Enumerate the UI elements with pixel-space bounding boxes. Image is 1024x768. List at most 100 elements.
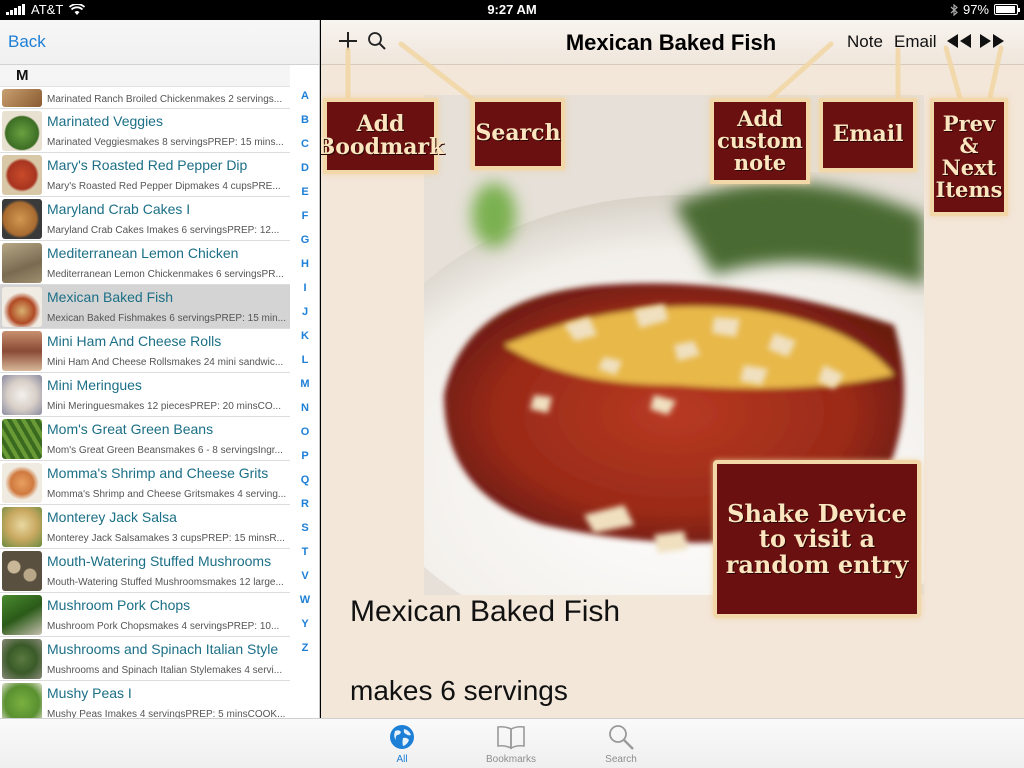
next-item-icon[interactable] bbox=[979, 33, 1005, 49]
page-title: Mexican Baked Fish bbox=[565, 30, 777, 55]
recipe-subtitle: Mary's Roasted Red Pepper Dipmakes 4 cup… bbox=[47, 181, 281, 192]
email-button[interactable]: Email bbox=[894, 32, 937, 52]
recipe-subtitle: Monterey Jack Salsamakes 3 cupsPREP: 15 … bbox=[47, 533, 285, 544]
recipe-title: Marinated Veggies bbox=[47, 113, 163, 129]
list-item[interactable]: Marinated Ranch Broiled Chickenmakes 2 s… bbox=[0, 87, 290, 109]
index-letter[interactable]: F bbox=[292, 210, 318, 234]
recipe-detail-title: Mexican Baked Fish bbox=[350, 595, 621, 628]
tab-label: Search bbox=[605, 754, 637, 765]
recipe-subtitle: Mushrooms and Spinach Italian Stylemakes… bbox=[47, 665, 283, 676]
index-letter[interactable]: W bbox=[292, 594, 318, 618]
search-icon bbox=[609, 725, 634, 750]
list-item[interactable]: Mini Meringues Mini Meringuesmakes 12 pi… bbox=[0, 373, 290, 417]
recipe-title: Mexican Baked Fish bbox=[47, 289, 174, 305]
index-letter[interactable]: O bbox=[292, 426, 318, 450]
index-letter[interactable]: M bbox=[292, 378, 318, 402]
list-item[interactable]: Marinated Veggies Marinated Veggiesmakes… bbox=[0, 109, 290, 153]
recipe-thumbnail bbox=[2, 89, 42, 107]
book-icon bbox=[497, 725, 525, 750]
recipe-subtitle: Mushy Peas Imakes 4 servingsPREP: 5 mins… bbox=[47, 709, 286, 718]
index-letter[interactable]: Q bbox=[292, 474, 318, 498]
prev-next-callout: Prev & Next Items bbox=[930, 98, 1008, 216]
index-letter[interactable]: Y bbox=[292, 618, 318, 642]
index-letter[interactable]: A bbox=[292, 90, 318, 114]
list-item[interactable]: Mushroom Pork Chops Mushroom Pork Chopsm… bbox=[0, 593, 290, 637]
index-letter[interactable]: Z bbox=[292, 642, 318, 666]
recipe-thumbnail bbox=[2, 375, 42, 415]
prev-next-callout-line: Items bbox=[935, 177, 1003, 203]
index-letter[interactable]: S bbox=[292, 522, 318, 546]
note-callout-line: Add bbox=[737, 105, 783, 131]
bookmark-callout-line: Boodmark bbox=[321, 134, 445, 160]
list-item[interactable]: Maryland Crab Cakes I Maryland Crab Cake… bbox=[0, 197, 290, 241]
note-callout: Add custom note bbox=[710, 98, 810, 184]
recipe-thumbnail bbox=[2, 287, 42, 327]
tab-search[interactable]: Search bbox=[586, 723, 656, 765]
index-letter[interactable]: B bbox=[292, 114, 318, 138]
previous-item-icon[interactable] bbox=[946, 33, 972, 49]
index-letter[interactable]: H bbox=[292, 258, 318, 282]
list-item[interactable]: Mushy Peas I Mushy Peas Imakes 4 serving… bbox=[0, 681, 290, 718]
recipe-list[interactable]: Marinated Ranch Broiled Chickenmakes 2 s… bbox=[0, 87, 290, 718]
add-bookmark-icon[interactable] bbox=[339, 32, 357, 50]
tab-bookmarks[interactable]: Bookmarks bbox=[476, 723, 546, 765]
recipe-subtitle: Mushroom Pork Chopsmakes 4 servingsPREP:… bbox=[47, 621, 280, 632]
recipe-title: Mom's Great Green Beans bbox=[47, 421, 214, 437]
recipe-thumbnail bbox=[2, 463, 42, 503]
index-letter[interactable]: R bbox=[292, 498, 318, 522]
tab-bar: All Bookmarks Search bbox=[0, 718, 1024, 768]
index-letter[interactable]: G bbox=[292, 234, 318, 258]
list-item[interactable]: Mom's Great Green Beans Mom's Great Gree… bbox=[0, 417, 290, 461]
tab-label: Bookmarks bbox=[485, 754, 536, 765]
list-item[interactable]: Mini Ham And Cheese Rolls Mini Ham And C… bbox=[0, 329, 290, 373]
tab-label: All bbox=[396, 754, 408, 765]
list-item[interactable]: Monterey Jack Salsa Monterey Jack Salsam… bbox=[0, 505, 290, 549]
list-item[interactable]: Mary's Roasted Red Pepper Dip Mary's Roa… bbox=[0, 153, 290, 197]
recipe-subtitle: Momma's Shrimp and Cheese Gritsmakes 4 s… bbox=[47, 489, 287, 500]
recipe-title: Mushy Peas I bbox=[47, 685, 132, 701]
back-button[interactable]: Back bbox=[8, 32, 46, 52]
recipe-subtitle: Marinated Ranch Broiled Chickenmakes 2 s… bbox=[47, 94, 283, 105]
shake-callout-line: to visit a bbox=[758, 524, 876, 554]
recipe-thumbnail bbox=[2, 243, 42, 283]
section-index-bar[interactable]: A B C D E F G H I J K L M N O P Q R S T … bbox=[292, 90, 318, 666]
index-letter[interactable]: V bbox=[292, 570, 318, 594]
recipe-detail-pane: Mexican Baked Fish Note Email Add Boodma… bbox=[321, 20, 1024, 718]
prev-next-callout-line: Prev bbox=[942, 110, 996, 136]
list-item[interactable]: Momma's Shrimp and Cheese Grits Momma's … bbox=[0, 461, 290, 505]
index-letter[interactable]: C bbox=[292, 138, 318, 162]
index-letter[interactable]: E bbox=[292, 186, 318, 210]
note-button[interactable]: Note bbox=[847, 32, 883, 52]
index-letter[interactable]: D bbox=[292, 162, 318, 186]
index-letter[interactable]: K bbox=[292, 330, 318, 354]
bluetooth-icon bbox=[950, 3, 958, 16]
prev-next-callout-line: Next bbox=[941, 155, 997, 180]
index-letter[interactable]: I bbox=[292, 282, 318, 306]
list-item[interactable]: Mexican Baked Fish Mexican Baked Fishmak… bbox=[0, 285, 290, 329]
list-item[interactable]: Mushrooms and Spinach Italian Style Mush… bbox=[0, 637, 290, 681]
index-letter[interactable]: L bbox=[292, 354, 318, 378]
battery-percent: 97% bbox=[962, 2, 989, 17]
battery-icon bbox=[994, 4, 1020, 15]
recipe-title: Mushrooms and Spinach Italian Style bbox=[47, 641, 279, 657]
recipe-thumbnail bbox=[2, 155, 42, 195]
status-bar: AT&T 9:27 AM 97% bbox=[0, 0, 1024, 20]
list-item[interactable]: Mediterranean Lemon Chicken Mediterranea… bbox=[0, 241, 290, 285]
index-letter[interactable]: P bbox=[292, 450, 318, 474]
recipe-thumbnail bbox=[2, 111, 42, 151]
index-letter[interactable]: J bbox=[292, 306, 318, 330]
recipe-subtitle: Mexican Baked Fishmakes 6 servingsPREP: … bbox=[47, 313, 286, 324]
search-icon[interactable] bbox=[367, 31, 387, 51]
recipe-servings: makes 6 servings bbox=[350, 675, 568, 706]
note-callout-line: note bbox=[733, 150, 787, 176]
recipe-subtitle: Mom's Great Green Beansmakes 6 - 8 servi… bbox=[47, 445, 283, 456]
list-item[interactable]: Mouth-Watering Stuffed Mushrooms Mouth-W… bbox=[0, 549, 290, 593]
index-letter[interactable]: N bbox=[292, 402, 318, 426]
recipe-title: Mediterranean Lemon Chicken bbox=[47, 245, 239, 261]
index-letter[interactable]: T bbox=[292, 546, 318, 570]
recipe-subtitle: Mini Ham And Cheese Rollsmakes 24 mini s… bbox=[47, 357, 284, 368]
recipe-thumbnail bbox=[2, 199, 42, 239]
tab-all[interactable]: All bbox=[367, 723, 437, 765]
recipe-subtitle: Mouth-Watering Stuffed Mushroomsmakes 12… bbox=[47, 577, 284, 588]
left-nav-bar: Back bbox=[0, 20, 319, 65]
